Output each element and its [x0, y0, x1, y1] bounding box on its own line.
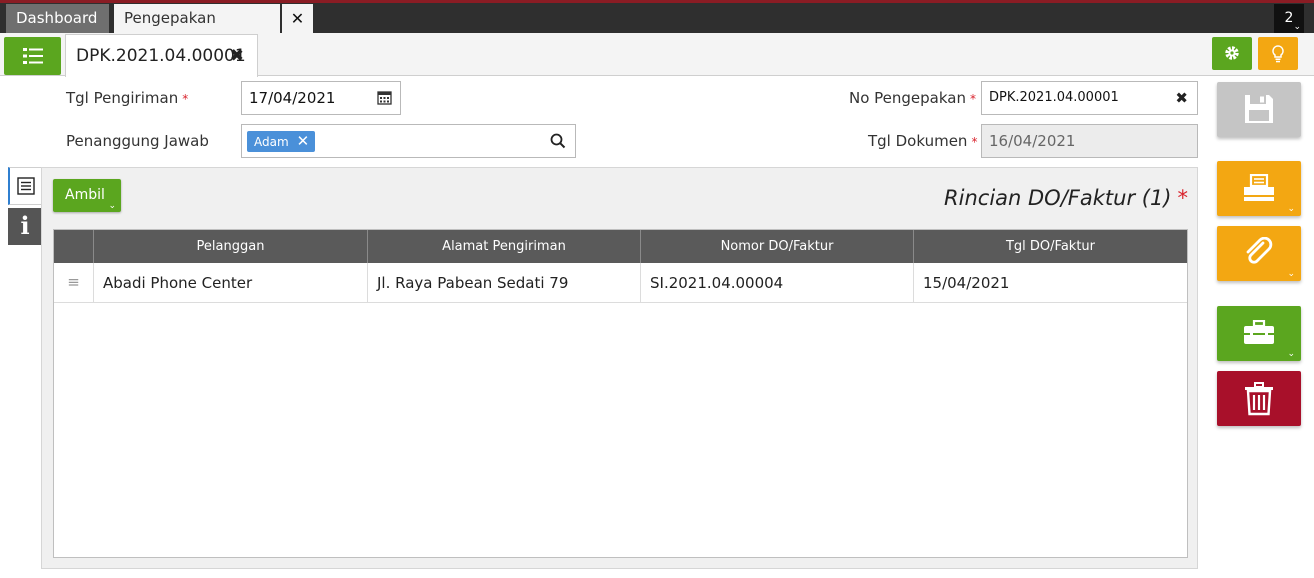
drag-handle-icon[interactable]: ≡ — [54, 263, 93, 303]
print-button[interactable]: ⌄ — [1217, 161, 1301, 216]
tgl-pengiriman-value: 17/04/2021 — [249, 89, 336, 107]
remove-tag-icon[interactable]: ✕ — [297, 132, 310, 150]
required-mark: * — [971, 135, 978, 149]
chevron-down-icon: ⌄ — [1287, 204, 1295, 214]
trash-icon — [1245, 382, 1273, 416]
required-mark: * — [970, 92, 976, 106]
document-tab[interactable]: DPK.2021.04.00001 ✖ — [65, 34, 258, 77]
open-tabs-count: 2 — [1284, 10, 1294, 26]
open-tabs-counter[interactable]: 2 ⌄ — [1274, 4, 1304, 33]
save-button[interactable] — [1217, 82, 1301, 137]
cell-alamat: Jl. Raya Pabean Sedati 79 — [367, 263, 640, 303]
selected-tag-label: Adam — [254, 135, 289, 149]
no-pengepakan-value: DPK.2021.04.00001 — [989, 90, 1119, 105]
floppy-disk-icon — [1245, 95, 1273, 123]
no-pengepakan-label: No Pengepakan * — [849, 88, 976, 108]
settings-button[interactable] — [1212, 37, 1252, 70]
chevron-down-icon: ⌄ — [1293, 22, 1301, 32]
tgl-pengiriman-text: Tgl Pengiriman — [66, 89, 179, 107]
hint-button[interactable] — [1258, 37, 1298, 70]
delete-button[interactable] — [1217, 371, 1301, 426]
ambil-label: Ambil — [65, 187, 105, 203]
clear-icon[interactable]: ✖ — [1175, 82, 1188, 114]
do-faktur-table: Pelanggan Alamat Pengiriman Nomor DO/Fak… — [53, 229, 1188, 558]
penanggung-jawab-field[interactable]: Adam ✕ — [241, 124, 576, 158]
cell-nomor: SI.2021.04.00004 — [640, 263, 913, 303]
column-header-tgl[interactable]: Tgl DO/Faktur — [913, 230, 1187, 263]
chevron-down-icon: ⌄ — [1287, 349, 1295, 359]
paperclip-icon — [1246, 237, 1273, 264]
ambil-button[interactable]: Ambil ⌄ — [53, 179, 121, 212]
required-mark: * — [1177, 186, 1189, 210]
tab-close-icon[interactable]: ✕ — [282, 4, 313, 33]
gear-icon — [1225, 46, 1239, 60]
selected-tag: Adam ✕ — [247, 131, 316, 152]
tgl-dokumen-field: 16/04/2021 — [981, 124, 1198, 158]
column-header-nomor[interactable]: Nomor DO/Faktur — [640, 230, 913, 263]
menu-button[interactable] — [4, 37, 61, 75]
list-icon — [23, 48, 43, 64]
tgl-pengiriman-field[interactable]: 17/04/2021 — [241, 81, 401, 115]
tab-info[interactable]: i — [8, 208, 42, 245]
document-tab-label: DPK.2021.04.00001 — [76, 46, 246, 66]
table-header: Pelanggan Alamat Pengiriman Nomor DO/Fak… — [54, 230, 1187, 263]
tgl-dokumen-value: 16/04/2021 — [989, 132, 1076, 150]
panel-title: Rincian DO/Faktur (1) * — [944, 186, 1188, 210]
top-accent-line — [0, 0, 1314, 3]
tab-detail[interactable] — [8, 167, 42, 205]
attach-button[interactable]: ⌄ — [1217, 226, 1301, 281]
required-mark: * — [182, 92, 189, 106]
close-icon[interactable]: ✖ — [230, 35, 244, 77]
top-tab-bar: Dashboard Pengepakan Barang ✕ 2 ⌄ — [0, 0, 1314, 56]
chevron-down-icon: ⌄ — [1287, 269, 1295, 279]
penanggung-jawab-text: Penanggung Jawab — [66, 132, 209, 150]
column-header-alamat[interactable]: Alamat Pengiriman — [367, 230, 640, 263]
info-icon: i — [20, 211, 30, 240]
tab-dashboard[interactable]: Dashboard — [6, 4, 109, 33]
lightbulb-icon — [1272, 45, 1284, 63]
printer-icon — [1244, 174, 1274, 201]
tools-button[interactable]: ⌄ — [1217, 306, 1301, 361]
no-pengepakan-text: No Pengepakan — [849, 89, 966, 107]
tgl-dokumen-text: Tgl Dokumen — [868, 132, 968, 150]
tab-pengepakan-barang[interactable]: Pengepakan Barang — [114, 4, 280, 56]
cell-pelanggan: Abadi Phone Center — [93, 263, 367, 303]
calendar-icon[interactable] — [377, 90, 392, 105]
tgl-dokumen-label: Tgl Dokumen * — [868, 131, 977, 151]
document-lines-icon — [17, 177, 35, 195]
column-header-pelanggan[interactable]: Pelanggan — [93, 230, 367, 263]
toolbox-icon — [1244, 320, 1274, 344]
table-row[interactable]: ≡ Abadi Phone Center Jl. Raya Pabean Sed… — [54, 263, 1187, 303]
penanggung-jawab-label: Penanggung Jawab — [66, 131, 209, 151]
chevron-down-icon: ⌄ — [108, 201, 116, 211]
tgl-pengiriman-label: Tgl Pengiriman * — [66, 88, 188, 108]
no-pengepakan-field[interactable]: DPK.2021.04.00001 ✖ — [981, 81, 1198, 115]
document-bar: DPK.2021.04.00001 ✖ — [0, 33, 1314, 77]
panel-title-text: Rincian DO/Faktur (1) — [944, 186, 1172, 210]
search-icon[interactable] — [550, 133, 566, 149]
cell-tgl: 15/04/2021 — [913, 263, 1187, 303]
